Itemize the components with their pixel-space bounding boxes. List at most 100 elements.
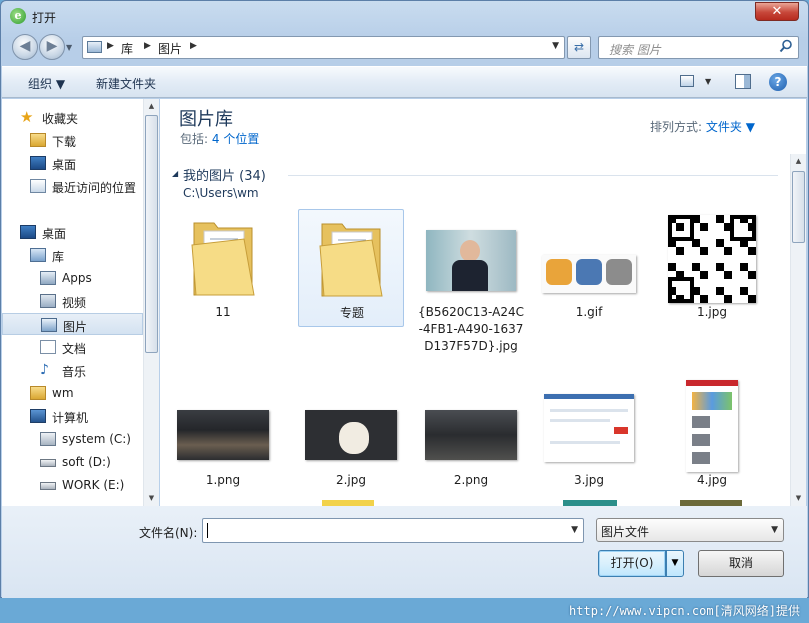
drive-icon bbox=[40, 482, 56, 490]
file-tile[interactable]: 2.png bbox=[418, 380, 524, 490]
library-includes: 包括: 4 个位置 bbox=[180, 130, 259, 147]
file-tile[interactable]: 1.gif bbox=[536, 209, 642, 327]
video-library-icon bbox=[40, 294, 56, 308]
scroll-up-icon[interactable]: ▲ bbox=[791, 154, 806, 169]
sidebar-item[interactable]: 文档 bbox=[2, 336, 143, 358]
sidebar-item-label: WORK (E:) bbox=[62, 478, 125, 492]
file-type-select[interactable]: 图片文件 ▼ bbox=[596, 518, 784, 542]
app-icon: e bbox=[10, 8, 26, 24]
file-view-scrollbar[interactable]: ▲ ▼ bbox=[790, 154, 806, 506]
file-tile[interactable]: 1.jpg bbox=[659, 209, 765, 327]
folder-tile[interactable]: 专题 bbox=[298, 209, 404, 327]
sidebar-item-label: 音乐 bbox=[62, 365, 87, 379]
filename-input[interactable]: ▼ bbox=[202, 518, 584, 543]
title-bar[interactable]: e 打开 ✕ bbox=[1, 1, 808, 31]
watermark-text: http://www.vipcn.com[清风网络]提供 bbox=[569, 604, 800, 618]
open-button[interactable]: 打开(O) bbox=[598, 550, 666, 577]
documents-library-icon bbox=[40, 340, 56, 354]
sidebar-item-label: wm bbox=[52, 386, 74, 400]
recent-pages-dropdown-icon[interactable]: ▼ bbox=[66, 43, 72, 52]
search-input[interactable]: 搜索 图片 bbox=[598, 36, 799, 59]
forward-button[interactable]: ▶ bbox=[39, 34, 65, 60]
file-grid: ◢ 我的图片 (34) C:\Users\wm 11 专题 {B5620C13-A2… bbox=[160, 154, 790, 506]
scroll-down-icon[interactable]: ▼ bbox=[144, 491, 159, 506]
breadcrumb-separator[interactable]: ▶ bbox=[107, 41, 114, 51]
search-icon[interactable] bbox=[779, 39, 793, 53]
apps-icon bbox=[40, 271, 56, 285]
desktop-icon bbox=[20, 225, 36, 239]
user-folder-icon bbox=[30, 386, 46, 400]
sidebar-item[interactable]: ★ 收藏夹 bbox=[2, 106, 143, 128]
view-options-dropdown-icon[interactable]: ▼ bbox=[705, 77, 711, 86]
cancel-button[interactable]: 取消 bbox=[698, 550, 784, 577]
filename-history-dropdown-icon[interactable]: ▼ bbox=[571, 525, 578, 535]
refresh-button[interactable]: ⇄ bbox=[567, 36, 591, 59]
gif-thumbnail bbox=[542, 255, 636, 293]
address-history-dropdown-icon[interactable]: ▼ bbox=[552, 41, 559, 51]
sidebar-item[interactable]: 视频 bbox=[2, 290, 143, 312]
navigation-scrollbar[interactable]: ▲ ▼ bbox=[143, 99, 159, 506]
collapse-group-icon[interactable]: ◢ bbox=[172, 169, 178, 178]
computer-icon bbox=[30, 409, 46, 423]
desktop-icon bbox=[30, 156, 46, 170]
open-options-dropdown-icon[interactable]: ▼ bbox=[666, 550, 684, 577]
file-tile[interactable]: 4.jpg bbox=[659, 380, 765, 490]
sidebar-item[interactable]: wm bbox=[2, 382, 143, 404]
folder-icon bbox=[316, 210, 386, 300]
arrange-by-dropdown[interactable]: 文件夹 ▼ bbox=[706, 120, 755, 134]
sidebar-item[interactable]: Apps bbox=[2, 267, 143, 289]
scroll-thumb[interactable] bbox=[792, 171, 805, 243]
sidebar-item[interactable]: 最近访问的位置 bbox=[2, 175, 143, 197]
help-icon[interactable]: ? bbox=[769, 73, 787, 91]
png-thumbnail bbox=[177, 410, 269, 460]
file-name-label: 专题 bbox=[339, 306, 364, 320]
sidebar-item[interactable]: soft (D:) bbox=[2, 451, 143, 473]
jpg-thumbnail bbox=[686, 380, 738, 472]
includes-locations-link[interactable]: 4 个位置 bbox=[212, 132, 259, 146]
folder-tile[interactable]: 11 bbox=[170, 209, 276, 327]
filename-label: 文件名(N): bbox=[139, 526, 198, 540]
file-tile[interactable]: {B5620C13-A24C-4FB1-A490-1637D137F57D}.j… bbox=[418, 209, 524, 353]
file-name-label: 11 bbox=[215, 305, 231, 319]
sidebar-item[interactable]: 库 bbox=[2, 244, 143, 266]
library-icon bbox=[30, 248, 46, 262]
breadcrumb-separator[interactable]: ▶ bbox=[190, 41, 197, 51]
open-dialog: e 打开 ✕ ◀ ▶ ▼ ▶ 库 ▶ 图片 ▶ ▼ ⇄ 搜索 图片 组织 ▼ 新… bbox=[0, 0, 809, 598]
chevron-down-icon[interactable]: ▼ bbox=[771, 525, 778, 535]
sidebar-item[interactable]: 下载 bbox=[2, 129, 143, 151]
file-tile[interactable]: 1.png bbox=[170, 380, 276, 490]
scroll-up-icon[interactable]: ▲ bbox=[144, 99, 159, 114]
address-bar[interactable]: ▶ 库 ▶ 图片 ▶ ▼ bbox=[82, 36, 565, 59]
recent-places-icon bbox=[30, 179, 46, 193]
change-view-icon[interactable] bbox=[680, 75, 694, 87]
file-name-label: 1.gif bbox=[575, 305, 603, 319]
close-button[interactable]: ✕ bbox=[755, 2, 799, 21]
new-folder-button[interactable]: 新建文件夹 bbox=[96, 75, 156, 92]
sidebar-item[interactable]: 桌面 bbox=[2, 221, 143, 243]
sidebar-item-label: 图片 bbox=[63, 320, 88, 334]
back-button[interactable]: ◀ bbox=[12, 34, 38, 60]
sidebar-item[interactable]: ♪ 音乐 bbox=[2, 359, 143, 381]
file-tile[interactable]: 3.jpg bbox=[536, 380, 642, 490]
sidebar-item[interactable]: 图片 bbox=[2, 313, 143, 335]
breadcrumb-pictures[interactable]: 图片 bbox=[158, 40, 182, 57]
sidebar-item[interactable]: 桌面 bbox=[2, 152, 143, 174]
sidebar-item[interactable]: system (C:) bbox=[2, 428, 143, 450]
search-placeholder: 搜索 图片 bbox=[609, 43, 661, 57]
sidebar-item[interactable]: WORK (E:) bbox=[2, 474, 143, 496]
preview-pane-icon[interactable] bbox=[735, 74, 751, 89]
file-type-value: 图片文件 bbox=[601, 525, 650, 539]
star-icon: ★ bbox=[20, 108, 34, 126]
arrange-by: 排列方式: 文件夹 ▼ bbox=[650, 118, 755, 135]
png-thumbnail bbox=[425, 410, 517, 460]
organize-button[interactable]: 组织 ▼ bbox=[28, 75, 65, 92]
breadcrumb-library[interactable]: 库 bbox=[121, 40, 133, 57]
sidebar-item-label: 收藏夹 bbox=[42, 112, 79, 126]
qr-code-thumbnail bbox=[668, 215, 756, 303]
scroll-thumb[interactable] bbox=[145, 115, 158, 353]
sidebar-item-label: 桌面 bbox=[52, 158, 77, 172]
file-tile[interactable]: 2.jpg bbox=[298, 380, 404, 490]
breadcrumb-separator[interactable]: ▶ bbox=[144, 41, 151, 51]
sidebar-item[interactable]: 计算机 bbox=[2, 405, 143, 427]
scroll-down-icon[interactable]: ▼ bbox=[791, 491, 806, 506]
